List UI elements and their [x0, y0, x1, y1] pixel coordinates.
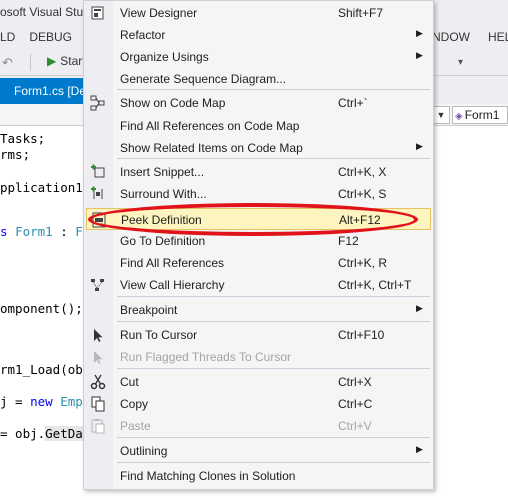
menu-separator: [117, 462, 430, 463]
class-icon: ◈: [455, 111, 463, 122]
tab-form1-design[interactable]: Form1.cs [Des: [0, 78, 86, 106]
scissors-icon: [90, 374, 106, 390]
menu-separator: [117, 158, 430, 159]
menu-item-label: View Call Hierarchy: [120, 278, 225, 292]
menu-item-organize-usings[interactable]: Organize Usings ▶: [86, 46, 431, 68]
member-combo-label: Form1: [464, 108, 500, 122]
code-line: j = new Empl: [0, 394, 91, 409]
menu-item-shortcut: Ctrl+K, X: [338, 165, 387, 179]
submenu-arrow-icon: ▶: [416, 28, 423, 38]
menu-help[interactable]: HEL: [488, 30, 508, 44]
menu-item-find-matching-clones-in-solution[interactable]: Find Matching Clones in Solution: [86, 465, 431, 487]
menu-item-outlining[interactable]: Outlining ▶: [86, 440, 431, 462]
window-title: osoft Visual Stud: [0, 5, 90, 19]
menu-item-shortcut: Ctrl+F10: [338, 328, 385, 342]
menu-item-label: Refactor: [120, 28, 166, 42]
view-designer-icon: [90, 5, 106, 21]
menu-item-label: Paste: [120, 419, 151, 433]
code-line: rm1_Load(obj: [0, 362, 91, 377]
menu-item-label: Run To Cursor: [120, 328, 198, 342]
menu-item-shortcut: Ctrl+V: [338, 419, 372, 433]
code-line: s Form1 : Fo: [0, 224, 90, 239]
menu-item-label: Run Flagged Threads To Cursor: [120, 350, 291, 364]
menu-item-run-flagged-threads-to-cursor: Run Flagged Threads To Cursor: [86, 346, 431, 368]
menu-item-insert-snippet[interactable]: Insert Snippet... Ctrl+K, X: [86, 161, 431, 183]
code-line: Tasks;: [0, 131, 46, 146]
menu-separator: [117, 437, 430, 438]
menu-item-shortcut: Ctrl+`: [338, 96, 368, 110]
context-menu: View Designer Shift+F7 Refactor ▶ Organize U…: [83, 0, 434, 490]
menu-item-surround-with[interactable]: Surround With... Ctrl+K, S: [86, 183, 431, 205]
menu-item-label: Show Related Items on Code Map: [120, 141, 303, 155]
menu-item-label: Outlining: [120, 444, 168, 458]
menu-item-label: Insert Snippet...: [120, 165, 205, 179]
toolbar-overflow-icon[interactable]: ▾: [458, 57, 463, 68]
undo-icon[interactable]: ↶: [2, 55, 13, 71]
member-combo[interactable]: ◈ Form1: [452, 106, 508, 124]
menu-item-view-designer[interactable]: View Designer Shift+F7: [86, 2, 431, 24]
menu-item-shortcut: Shift+F7: [338, 6, 384, 20]
menu-separator: [117, 89, 430, 90]
menu-debug[interactable]: DEBUG: [29, 30, 72, 44]
menu-item-find-all-references-on-code-map[interactable]: Find All References on Code Map: [86, 115, 431, 137]
menu-item-label: Find All References: [120, 256, 225, 270]
insert-snippet-icon: [90, 164, 106, 180]
menu-item-run-to-cursor[interactable]: Run To Cursor Ctrl+F10: [86, 324, 431, 346]
menu-item-label: Show on Code Map: [120, 96, 226, 110]
menu-item-label: View Designer: [120, 6, 198, 20]
menu-build[interactable]: LD: [0, 30, 15, 44]
menu-item-label: Surround With...: [120, 187, 207, 201]
run-flagged-threads-icon: [90, 349, 106, 365]
play-icon: ▶: [47, 54, 57, 68]
menu-item-view-call-hierarchy[interactable]: View Call Hierarchy Ctrl+K, Ctrl+T: [86, 274, 431, 296]
menu-separator: [117, 368, 430, 369]
submenu-arrow-icon: ▶: [416, 50, 423, 60]
paste-icon: [90, 418, 106, 434]
code-line: = obj.GetDat: [0, 426, 91, 441]
menu-item-shortcut: Ctrl+K, R: [338, 256, 388, 270]
menu-item-label: Find All References on Code Map: [120, 119, 300, 133]
menu-separator: [117, 296, 430, 297]
start-label: Start: [60, 54, 86, 68]
menu-item-shortcut: F12: [338, 234, 359, 248]
start-button[interactable]: ▶ Start: [47, 54, 86, 68]
submenu-arrow-icon: ▶: [416, 303, 423, 313]
menu-item-label: Breakpoint: [120, 303, 178, 317]
annotation-highlight-ring: [88, 203, 418, 236]
menu-item-paste: Paste Ctrl+V: [86, 415, 431, 437]
call-hierarchy-icon: [90, 277, 106, 293]
type-dropdown-button[interactable]: ▼: [432, 106, 450, 124]
submenu-arrow-icon: ▶: [416, 141, 423, 151]
menu-item-label: Organize Usings: [120, 50, 209, 64]
code-line: pplication1: [0, 180, 83, 195]
surround-with-icon: [90, 186, 106, 202]
copy-icon: [90, 396, 106, 412]
menu-item-label: Generate Sequence Diagram...: [120, 72, 287, 86]
menu-item-shortcut: Ctrl+X: [338, 375, 372, 389]
menu-item-show-on-code-map[interactable]: Show on Code Map Ctrl+`: [86, 92, 431, 114]
menu-item-refactor[interactable]: Refactor ▶: [86, 24, 431, 46]
code-line: omponent();: [0, 301, 83, 316]
menu-item-label: Cut: [120, 375, 139, 389]
menu-item-cut[interactable]: Cut Ctrl+X: [86, 371, 431, 393]
code-line: rms;: [0, 147, 31, 162]
submenu-arrow-icon: ▶: [416, 444, 423, 454]
menu-separator: [117, 321, 430, 322]
toolbar-separator: [30, 54, 31, 71]
menu-item-breakpoint[interactable]: Breakpoint ▶: [86, 299, 431, 321]
menu-item-shortcut: Ctrl+C: [338, 397, 373, 411]
run-to-cursor-icon: [90, 327, 106, 343]
menu-item-label: Go To Definition: [120, 234, 206, 248]
code-map-icon: [90, 95, 106, 111]
menu-window[interactable]: NDOW: [432, 30, 470, 44]
menu-item-find-all-references[interactable]: Find All References Ctrl+K, R: [86, 252, 431, 274]
menu-item-label: Copy: [120, 397, 149, 411]
menu-item-show-related-items-on-code-map[interactable]: Show Related Items on Code Map ▶: [86, 137, 431, 159]
menu-item-generate-sequence-diagram[interactable]: Generate Sequence Diagram...: [86, 68, 431, 90]
menu-item-label: Find Matching Clones in Solution: [120, 469, 296, 483]
menu-item-shortcut: Ctrl+K, Ctrl+T: [338, 278, 412, 292]
menu-item-copy[interactable]: Copy Ctrl+C: [86, 393, 431, 415]
menu-item-shortcut: Ctrl+K, S: [338, 187, 387, 201]
